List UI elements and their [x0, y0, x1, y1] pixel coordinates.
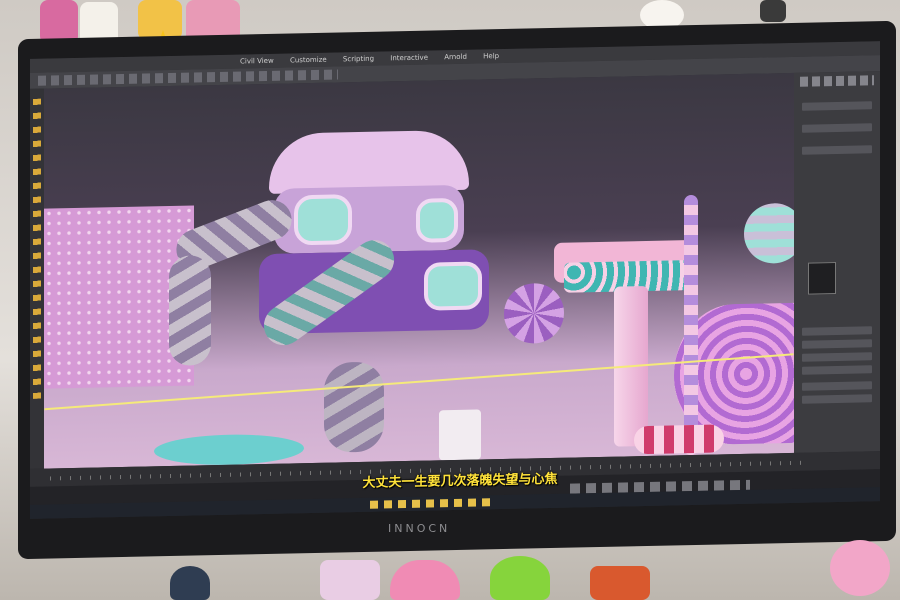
panel-row[interactable] [802, 145, 872, 155]
panel-preview [808, 262, 836, 295]
panel-row[interactable] [802, 123, 872, 133]
tower-window-left [294, 194, 352, 246]
toy-figure-bottom-orange [590, 566, 650, 600]
tower-window-right [416, 197, 458, 243]
lollipop [504, 282, 564, 344]
menu-item[interactable]: Arnold [444, 53, 467, 61]
panel-button[interactable] [802, 365, 872, 375]
tube-slide-left [169, 255, 211, 366]
panel-tabs[interactable] [800, 75, 874, 87]
toy-figure-bottom-right [830, 540, 890, 596]
toy-figure-dark [760, 0, 786, 22]
candy-pipe [684, 194, 698, 456]
left-toolbar [30, 88, 44, 469]
candy-roll [634, 424, 724, 455]
taskbar-icons[interactable] [370, 498, 490, 509]
panel-button[interactable] [802, 339, 872, 349]
monitor-brand-logo: INNOCN [388, 522, 451, 535]
menu-item[interactable]: Interactive [390, 54, 428, 63]
panel-button[interactable] [802, 352, 872, 362]
toy-figure-bottom-green [490, 556, 550, 600]
toy-figure-bottom-pink [320, 560, 380, 600]
striped-ball [744, 202, 794, 264]
monitor-screen: Civil View Customize Scripting Interacti… [30, 41, 880, 519]
left-tool-icons[interactable] [33, 98, 41, 399]
menu-item[interactable]: Customize [290, 56, 327, 65]
toy-figure-yellow [138, 0, 182, 40]
3d-viewport[interactable] [44, 72, 794, 469]
small-cabin [439, 409, 481, 461]
menu-item[interactable]: Civil View [240, 57, 274, 66]
panel-button[interactable] [802, 394, 872, 404]
panel-button[interactable] [802, 326, 872, 336]
tower-window-lower [424, 261, 482, 311]
panel-row[interactable] [802, 101, 872, 111]
menu-item[interactable]: Scripting [343, 55, 374, 64]
menu-item[interactable]: Help [483, 52, 499, 60]
panel-button[interactable] [802, 381, 872, 391]
tube-slide-bottom [324, 361, 384, 453]
tower-roof [269, 129, 469, 194]
command-panel [794, 71, 880, 453]
toy-figure-bottom-dark [170, 566, 210, 600]
trampoline [154, 433, 304, 467]
